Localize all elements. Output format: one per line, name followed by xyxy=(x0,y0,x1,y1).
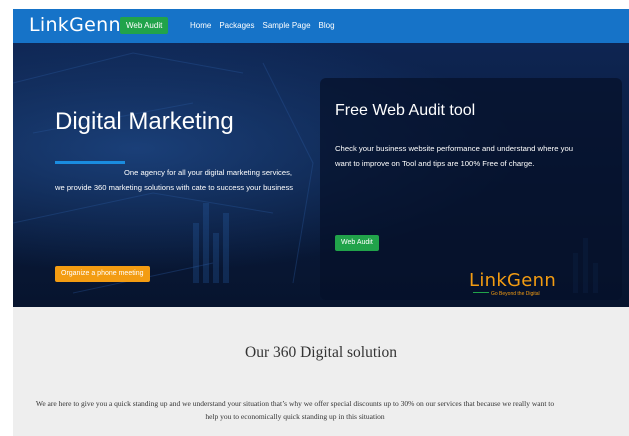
brand-logo-tagline: Go Beyond the Digital xyxy=(491,291,540,297)
phone-meeting-button[interactable]: Organize a phone meeting xyxy=(55,266,150,282)
accent-divider xyxy=(55,161,125,164)
web-audit-nav-button[interactable]: Web Audit xyxy=(120,17,169,34)
nav-link-sample-page[interactable]: Sample Page xyxy=(262,20,310,32)
solution-description: We are here to give you a quick standing… xyxy=(35,399,555,421)
hero-description: One agency for all your digital marketin… xyxy=(55,168,294,192)
hero-title: Digital Marketing xyxy=(55,108,234,135)
navbar: LinkGenn Web Audit Home Packages Sample … xyxy=(13,9,629,43)
page: LinkGenn Web Audit Home Packages Sample … xyxy=(13,9,629,436)
brand-logo-name: LinkGenn xyxy=(469,270,557,291)
web-audit-button[interactable]: Web Audit xyxy=(335,235,379,251)
solution-title: Our 360 Digital solution xyxy=(245,344,397,361)
brand-logo-accent xyxy=(473,292,489,293)
audit-card-description: Check your business website performance … xyxy=(335,144,574,168)
hero-banner: Digital Marketing One agency for all you… xyxy=(13,43,629,307)
nav-link-packages[interactable]: Packages xyxy=(219,20,254,32)
nav-link-home[interactable]: Home xyxy=(190,20,211,32)
audit-card-title: Free Web Audit tool xyxy=(335,102,476,119)
web-audit-card: Free Web Audit tool Check your business … xyxy=(320,78,622,300)
solution-section: Our 360 Digital solution We are here to … xyxy=(13,307,629,436)
nav-link-blog[interactable]: Blog xyxy=(319,20,335,32)
nav-menu: Home Packages Sample Page Blog xyxy=(190,20,335,32)
brand-logo: LinkGenn Go Beyond the Digital xyxy=(469,270,579,298)
site-logo[interactable]: LinkGenn xyxy=(29,14,121,36)
